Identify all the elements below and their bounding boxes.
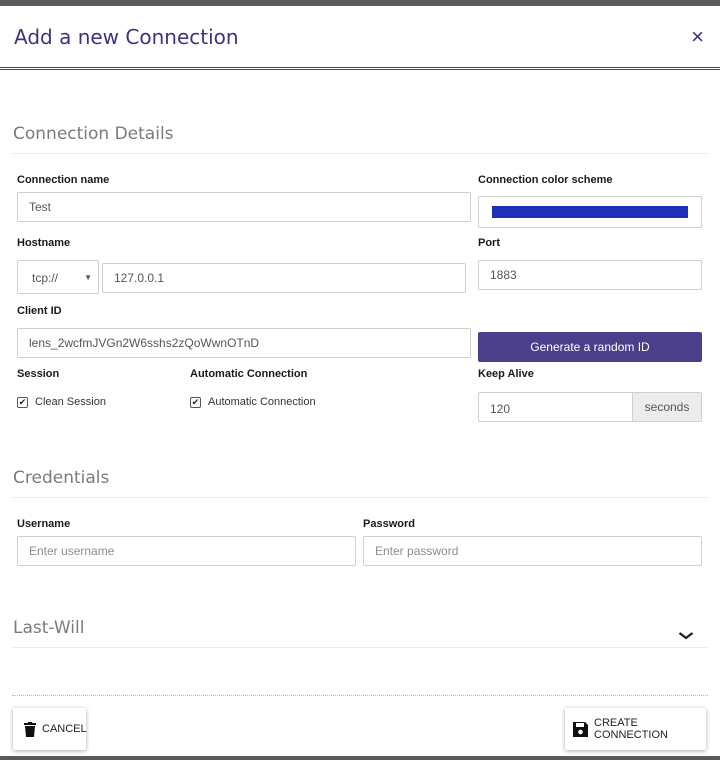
- close-icon[interactable]: ×: [691, 24, 704, 50]
- dialog-header: Add a new Connection ×: [0, 6, 720, 70]
- section-title-connection-details: Connection Details: [13, 124, 174, 144]
- cancel-label: Cancel: [42, 723, 87, 735]
- clean-session-checkbox-row[interactable]: ✔ Clean Session: [17, 396, 106, 408]
- auto-connection-checkbox-label: Automatic Connection: [208, 396, 316, 408]
- connection-name-label: Connection name: [17, 174, 110, 186]
- footer-divider: [12, 695, 708, 696]
- chevron-down-icon[interactable]: [678, 627, 694, 643]
- clean-session-label: Clean Session: [35, 396, 106, 408]
- create-connection-label: Create Connection: [594, 717, 668, 741]
- new-connection-dialog: Add a new Connection × Connection Detail…: [0, 6, 720, 756]
- keep-alive-input[interactable]: 120: [478, 392, 632, 422]
- session-label: Session: [17, 368, 60, 380]
- hostname-label: Hostname: [17, 237, 71, 249]
- protocol-value: tcp://: [32, 271, 59, 285]
- password-label: Password: [363, 518, 415, 530]
- section-divider: [12, 153, 708, 154]
- save-icon: [573, 721, 588, 737]
- section-divider: [12, 497, 708, 498]
- section-title-credentials: Credentials: [13, 468, 110, 488]
- dropdown-arrow-icon: ▼: [84, 273, 92, 282]
- color-scheme-picker[interactable]: [478, 196, 702, 228]
- hostname-input[interactable]: [102, 263, 466, 293]
- connection-name-input[interactable]: [17, 192, 471, 222]
- keep-alive-group: 120 seconds: [478, 392, 702, 422]
- cancel-button[interactable]: Cancel: [13, 708, 87, 750]
- username-label: Username: [17, 518, 71, 530]
- auto-connection-label: Automatic Connection: [190, 368, 308, 380]
- port-input[interactable]: [478, 260, 702, 290]
- color-scheme-label: Connection color scheme: [478, 174, 613, 186]
- trash-icon: [24, 721, 36, 737]
- client-id-label: Client ID: [17, 305, 62, 317]
- keep-alive-unit: seconds: [632, 392, 702, 422]
- generate-random-id-button[interactable]: Generate a random ID: [478, 332, 702, 362]
- username-input[interactable]: [17, 536, 356, 566]
- auto-connection-checkbox-row[interactable]: ✔ Automatic Connection: [190, 396, 316, 408]
- color-swatch: [492, 206, 688, 218]
- section-title-last-will[interactable]: Last-Will: [13, 618, 84, 638]
- section-divider: [12, 647, 708, 648]
- password-input[interactable]: [363, 536, 702, 566]
- dialog-title: Add a new Connection: [14, 24, 239, 49]
- port-label: Port: [478, 237, 500, 249]
- keep-alive-label: Keep Alive: [478, 368, 534, 380]
- clean-session-checkbox[interactable]: ✔: [17, 396, 28, 408]
- create-connection-button[interactable]: Create Connection: [565, 708, 706, 750]
- protocol-select[interactable]: tcp:// ▼: [17, 260, 99, 294]
- auto-connection-checkbox[interactable]: ✔: [190, 396, 201, 408]
- client-id-input[interactable]: [17, 328, 471, 358]
